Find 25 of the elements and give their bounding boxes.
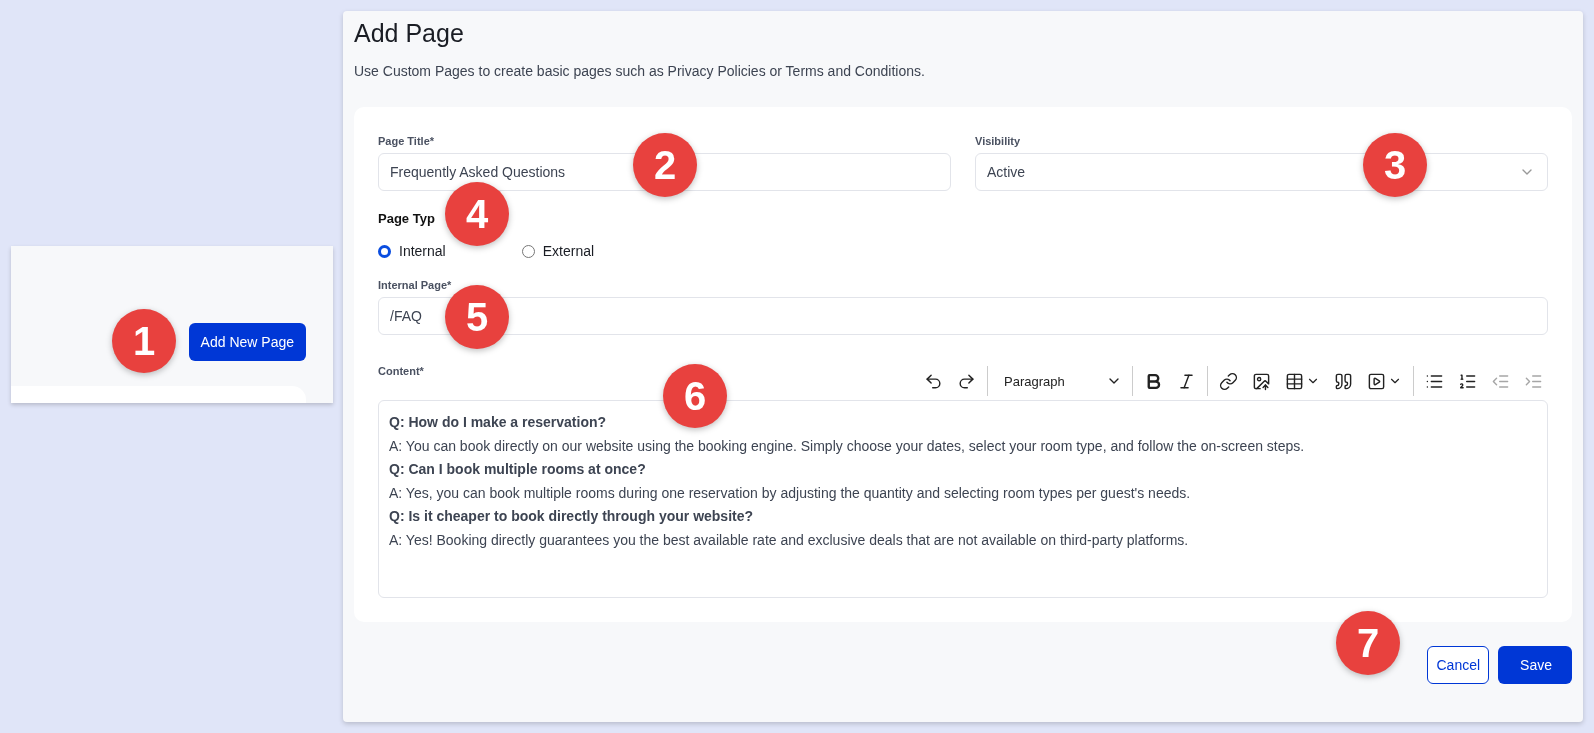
question-text: Q: Can I book multiple rooms at once?: [389, 460, 646, 480]
question-text: Q: How do I make a reservation?: [389, 413, 607, 432]
field-label: Visibility: [975, 135, 1021, 147]
page-description: Use Custom Pages to create basic pages such as Privacy Policies or Terms and Conditions.: [354, 63, 925, 79]
quote-icon: [1334, 371, 1353, 391]
table-icon: [1285, 371, 1304, 391]
radio-option[interactable]: Internal: [378, 243, 446, 259]
field-label: Content*: [378, 365, 424, 377]
image-upload-icon: [1252, 371, 1271, 391]
answer-text: A: Yes, you can book multiple rooms during one reservation by adjusting the quantity and selecting room types per guest's needs.: [389, 483, 1191, 503]
format-select[interactable]: Paragraph: [994, 365, 1126, 397]
page-title: Add Page: [354, 18, 464, 49]
media-icon: [1367, 371, 1386, 391]
answer-text: A: Yes! Booking directly guarantees you the best available rate and exclusive deals that are not available on third-party platforms.: [389, 530, 1189, 550]
save-button[interactable]: Save: [1498, 646, 1572, 684]
numbered-list-icon: [1458, 371, 1477, 391]
section-label: Page Typ: [378, 211, 435, 226]
question-text: Q: Is it cheaper to book directly through your website?: [389, 507, 754, 527]
link-icon: [1219, 371, 1238, 391]
italic-icon: [1177, 371, 1196, 391]
radio-option[interactable]: External: [521, 243, 595, 259]
cancel-button[interactable]: Cancel: [1427, 646, 1490, 684]
add-new-page-button[interactable]: Add New Page: [188, 323, 306, 361]
answer-text: A: You can book directly on our website using the booking engine. Simply choose your dates, select your room type, and follow the on-screen steps.: [389, 436, 1305, 456]
field-label: Page Title*: [378, 135, 435, 147]
